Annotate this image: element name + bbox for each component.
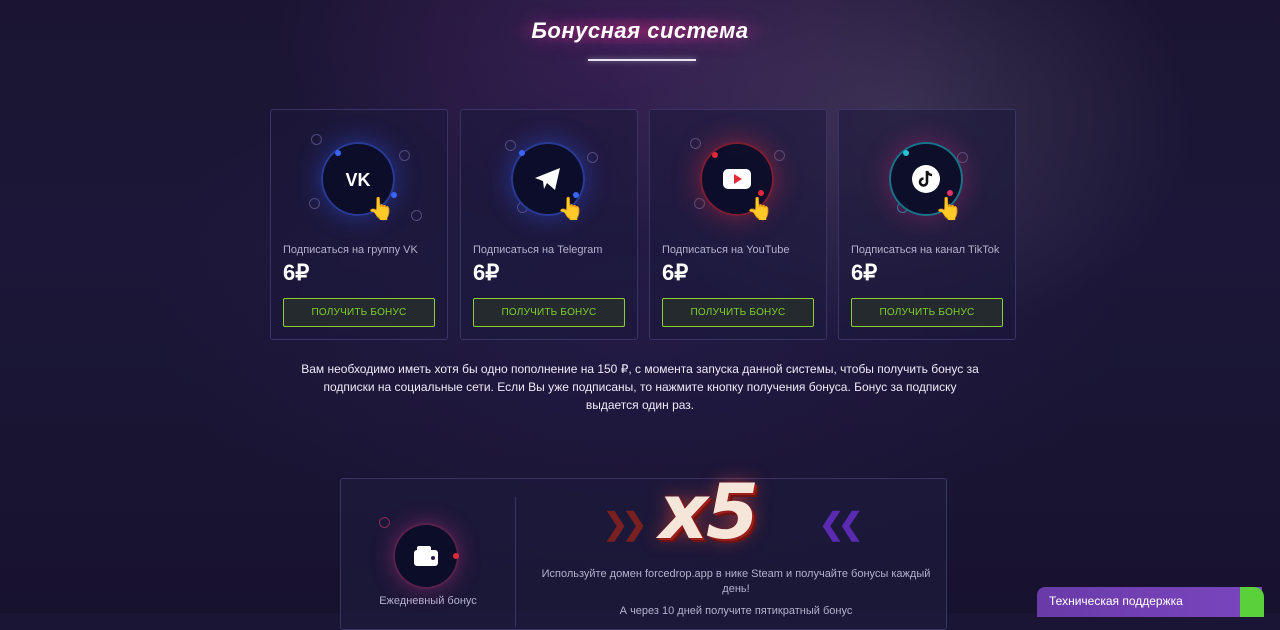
- bonus-card-tiktok: 👆 Подписаться на канал TikTok 6₽ ПОЛУЧИТ…: [838, 109, 1016, 340]
- pointer-hand-icon: 👆: [557, 196, 585, 221]
- get-bonus-button-youtube[interactable]: ПОЛУЧИТЬ БОНУС: [662, 298, 814, 327]
- bonus-card-telegram: 👆 Подписаться на Telegram 6₽ ПОЛУЧИТЬ БО…: [460, 109, 638, 340]
- chevron-left-icon: ❮❮: [819, 508, 863, 541]
- card-amount: 6₽: [473, 260, 500, 285]
- wallet-icon: [403, 533, 449, 579]
- x5-multiplier: x5: [659, 467, 759, 556]
- promo-text-secondary: А через 10 дней получите пятикратный бон…: [619, 605, 853, 617]
- get-bonus-button-vk[interactable]: ПОЛУЧИТЬ БОНУС: [283, 298, 435, 327]
- card-amount: 6₽: [662, 260, 689, 285]
- get-bonus-button-telegram[interactable]: ПОЛУЧИТЬ БОНУС: [473, 298, 625, 327]
- bonus-info-text: Вам необходимо иметь хотя бы одно пополн…: [301, 362, 979, 412]
- svg-text:VK: VK: [345, 170, 370, 189]
- chevron-right-icon: ❯❯: [603, 508, 647, 541]
- pointer-hand-icon: 👆: [935, 196, 963, 221]
- section-title: Бонусная система: [491, 18, 789, 44]
- title-underline: [588, 59, 696, 61]
- pointer-hand-icon: 👆: [746, 196, 774, 221]
- card-label: Подписаться на группу VK: [283, 244, 418, 256]
- card-label: Подписаться на канал TikTok: [851, 244, 1000, 256]
- pointer-hand-icon: 👆: [367, 196, 395, 221]
- daily-bonus-panel: Ежедневный бонус ❯❯ ❮❮ x5 Используйте до…: [340, 467, 947, 630]
- panel-divider: [515, 497, 516, 627]
- card-amount: 6₽: [851, 260, 878, 285]
- section-header: Бонусная система: [0, 18, 1280, 44]
- card-label: Подписаться на Telegram: [473, 244, 603, 256]
- get-bonus-button-tiktok[interactable]: ПОЛУЧИТЬ БОНУС: [851, 298, 1003, 327]
- bonus-card-vk: VK 👆 Подписаться на группу VK 6₽ ПОЛУЧИТ…: [270, 109, 448, 340]
- promo-text: Используйте домен forcedrop.app в нике S…: [541, 568, 931, 595]
- card-label: Подписаться на YouTube: [662, 244, 790, 256]
- card-amount: 6₽: [283, 260, 310, 285]
- daily-bonus-label: Ежедневный бонус: [379, 595, 477, 607]
- bonus-card-youtube: 👆 Подписаться на YouTube 6₽ ПОЛУЧИТЬ БОН…: [649, 109, 827, 340]
